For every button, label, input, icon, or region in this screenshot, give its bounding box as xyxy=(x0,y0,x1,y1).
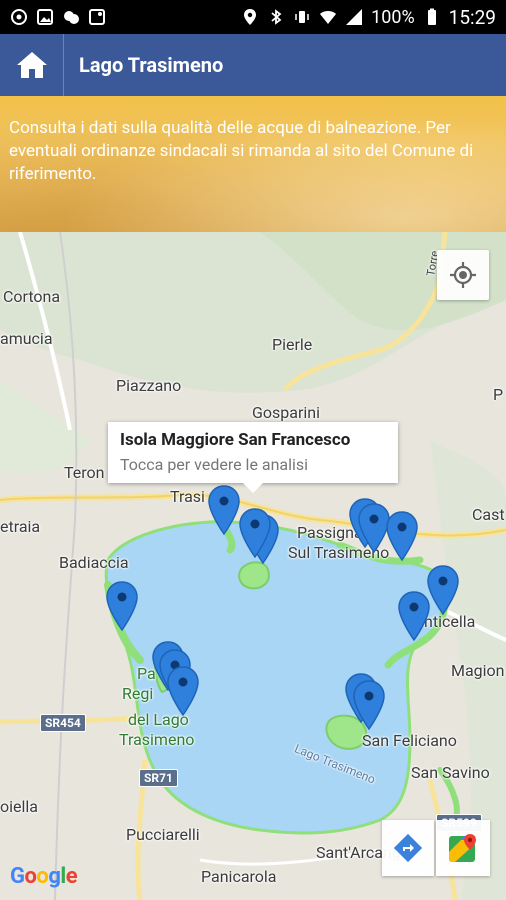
chat-icon xyxy=(64,11,79,24)
status-time: 15:29 xyxy=(448,5,496,29)
map-pin-marker[interactable] xyxy=(207,484,241,536)
info-window-subtitle: Tocca per vedere le analisi xyxy=(120,455,309,474)
image-icon xyxy=(89,9,105,25)
place-parco-2: Regi xyxy=(122,684,154,703)
bluetooth-icon xyxy=(271,9,282,25)
place-parco-4: Trasimeno xyxy=(119,730,195,749)
road-shield-sr454: SR454 xyxy=(40,714,86,732)
status-left xyxy=(10,8,106,26)
place-san-feliciano: San Feliciano xyxy=(362,731,457,750)
map-pin-marker[interactable] xyxy=(385,510,419,562)
battery-icon xyxy=(427,8,436,25)
gallery-icon xyxy=(37,9,53,25)
status-bar: 100% 15:29 xyxy=(0,0,506,34)
location-icon xyxy=(244,9,257,25)
battery-percentage: 100% xyxy=(371,6,415,28)
wifi-icon xyxy=(320,11,337,24)
open-in-maps-button[interactable] xyxy=(436,820,490,876)
place-panicarola: Panicarola xyxy=(201,867,277,886)
info-banner: Consulta i dati sulla qualità delle acqu… xyxy=(0,96,506,232)
map-pin-marker[interactable] xyxy=(166,665,200,717)
place-magione: Magion xyxy=(451,661,505,680)
place-piazzano: Piazzano xyxy=(116,376,182,395)
place-petraia: etraia xyxy=(0,517,41,536)
home-button[interactable] xyxy=(0,34,64,96)
place-teron: Teron xyxy=(64,463,105,482)
place-trasimeno-town: Trasi xyxy=(170,487,205,506)
map-pin-marker[interactable] xyxy=(426,564,460,616)
sync-icon xyxy=(11,9,27,25)
signal-icon xyxy=(346,9,363,25)
place-castel: Cast xyxy=(472,505,505,524)
map-pin-marker[interactable] xyxy=(352,679,386,731)
place-cortona: Cortona xyxy=(3,287,61,306)
directions-button[interactable] xyxy=(382,820,434,876)
place-pierle: Pierle xyxy=(272,335,313,354)
place-camucia: amucia xyxy=(0,329,53,348)
map-pin-marker[interactable] xyxy=(238,507,272,559)
my-location-button[interactable] xyxy=(437,250,489,300)
place-badiaccia: Badiaccia xyxy=(59,553,129,572)
place-p-right: P xyxy=(493,385,504,404)
status-right: 100% 15:29 xyxy=(241,6,496,29)
info-window-title: Isola Maggiore San Francesco xyxy=(120,430,351,450)
home-icon xyxy=(16,52,47,78)
crosshair-icon xyxy=(450,262,476,288)
marker-info-window[interactable]: Isola Maggiore San Francesco Tocca per v… xyxy=(108,422,398,493)
map-pin-marker[interactable] xyxy=(105,580,139,632)
place-oiella: oiella xyxy=(0,797,38,816)
directions-icon xyxy=(393,833,423,863)
road-shield-sr71: SR71 xyxy=(139,769,178,787)
place-san-savino: San Savino xyxy=(411,763,490,782)
map-pin-marker[interactable] xyxy=(397,590,431,642)
place-pucciarelli: Pucciarelli xyxy=(126,825,200,844)
banner-text: Consulta i dati sulla qualità delle acqu… xyxy=(9,118,474,184)
google-maps-icon xyxy=(449,834,476,862)
app-bar: Lago Trasimeno xyxy=(0,34,506,96)
app-title: Lago Trasimeno xyxy=(79,53,224,77)
vibrate-icon xyxy=(295,11,309,23)
place-gosparini: Gosparini xyxy=(252,403,321,422)
google-logo: Google xyxy=(10,864,78,889)
google-logo-text: Google xyxy=(10,864,78,889)
